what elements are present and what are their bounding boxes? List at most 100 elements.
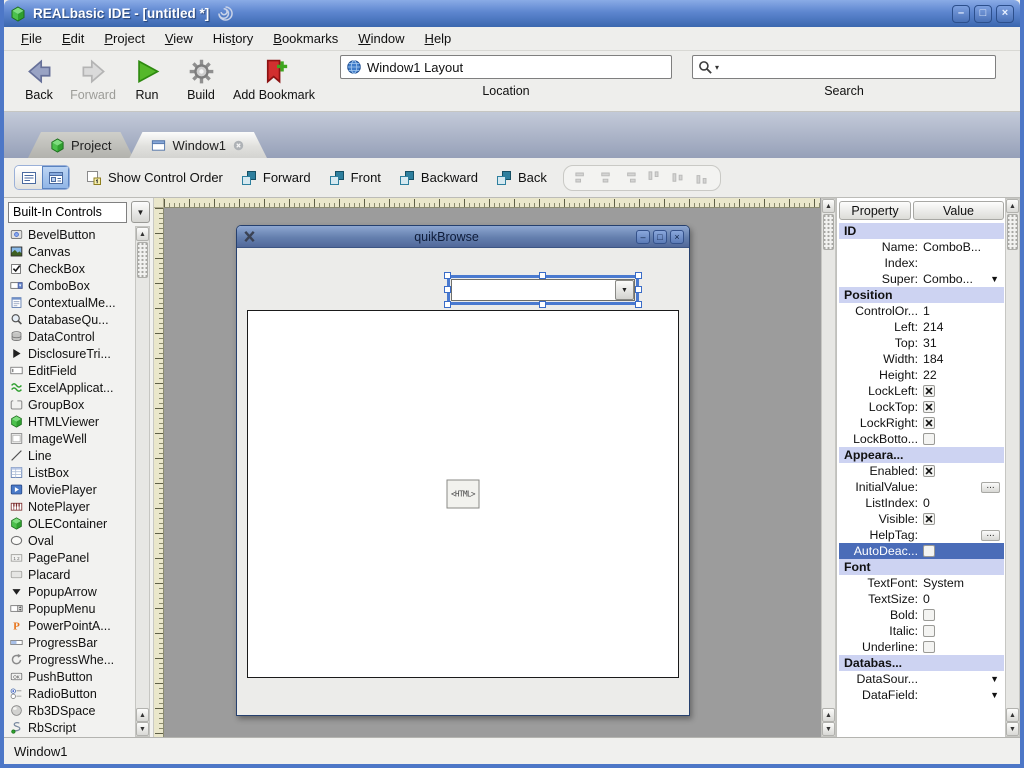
scroll-down-button[interactable]: ▼ <box>136 722 149 736</box>
add-bookmark-button[interactable]: Add Bookmark <box>228 55 320 102</box>
control-item-editfield[interactable]: EditField <box>8 362 132 379</box>
backward-button[interactable]: Backward <box>399 170 478 186</box>
control-item-powerpointa[interactable]: P PowerPointA... <box>8 617 132 634</box>
prop-row-locktop[interactable]: LockTop: <box>839 399 1004 415</box>
menu-history[interactable]: History <box>204 28 262 49</box>
prop-dropdown-arrow[interactable]: ▼ <box>990 274 999 284</box>
run-button[interactable]: Run <box>120 55 174 102</box>
prop-row-bold[interactable]: Bold: <box>839 607 1004 623</box>
selection-handle-br[interactable] <box>635 301 642 308</box>
selection-handle-bm[interactable] <box>539 301 546 308</box>
prop-row-width[interactable]: Width: 184 <box>839 351 1004 367</box>
control-item-line[interactable]: Line <box>8 447 132 464</box>
prop-row-textfont[interactable]: TextFont: System <box>839 575 1004 591</box>
prop-row-lockleft[interactable]: LockLeft: <box>839 383 1004 399</box>
search-scope-arrow-icon[interactable]: ▾ <box>715 63 719 72</box>
control-item-progressbar[interactable]: ProgressBar <box>8 634 132 651</box>
menu-project[interactable]: Project <box>95 28 153 49</box>
selection-handle-tl[interactable] <box>444 272 451 279</box>
menu-edit[interactable]: Edit <box>53 28 93 49</box>
prop-row-name[interactable]: Name: ComboB... <box>839 239 1004 255</box>
design-window[interactable]: quikBrowse – □ × ▼ <HTML> <box>236 225 690 716</box>
control-item-rbscript[interactable]: RbScript <box>8 719 132 736</box>
properties-scrollbar[interactable]: ▲ ▲ ▼ <box>1005 198 1020 737</box>
menu-file[interactable]: File <box>12 28 51 49</box>
menu-bookmarks[interactable]: Bookmarks <box>264 28 347 49</box>
control-item-popuparrow[interactable]: PopupArrow <box>8 583 132 600</box>
control-item-imagewell[interactable]: ImageWell <box>8 430 132 447</box>
prop-checkbox[interactable] <box>923 417 935 429</box>
prop-checkbox[interactable] <box>923 641 935 653</box>
prop-row-enabled[interactable]: Enabled: <box>839 463 1004 479</box>
control-item-oval[interactable]: Oval <box>8 532 132 549</box>
selection-handle-mr[interactable] <box>635 286 642 293</box>
design-minimize-button[interactable]: – <box>636 229 650 244</box>
controls-category-arrow[interactable]: ▼ <box>131 201 150 223</box>
scrollbar-track[interactable] <box>822 251 835 708</box>
prop-row-index[interactable]: Index: <box>839 255 1004 271</box>
show-control-order-button[interactable]: Show Control Order <box>86 170 223 186</box>
prop-checkbox[interactable] <box>923 433 935 445</box>
control-item-excelapplicat[interactable]: ExcelApplicat... <box>8 379 132 396</box>
prop-row-height[interactable]: Height: 22 <box>839 367 1004 383</box>
prop-row-super[interactable]: Super: Combo... ▼ <box>839 271 1004 287</box>
prop-checkbox[interactable] <box>923 609 935 621</box>
prop-checkbox[interactable] <box>923 545 935 557</box>
prop-row-helptag[interactable]: HelpTag:... <box>839 527 1004 543</box>
prop-checkbox[interactable] <box>923 401 935 413</box>
control-item-radiobutton[interactable]: RadioButton <box>8 685 132 702</box>
prop-dropdown-arrow[interactable]: ▼ <box>990 690 999 700</box>
scrollbar-track[interactable] <box>1006 251 1019 708</box>
prop-row-listindex[interactable]: ListIndex: 0 <box>839 495 1004 511</box>
control-item-databasequ[interactable]: DatabaseQu... <box>8 311 132 328</box>
prop-row-initialvalue[interactable]: InitialValue:... <box>839 479 1004 495</box>
control-item-progresswhe[interactable]: ProgressWhe... <box>8 651 132 668</box>
scroll-up-button-2[interactable]: ▲ <box>1006 708 1019 722</box>
control-item-checkbox[interactable]: CheckBox <box>8 260 132 277</box>
prop-row-visible[interactable]: Visible: <box>839 511 1004 527</box>
control-item-movieplayer[interactable]: MoviePlayer <box>8 481 132 498</box>
layout-view-toggle[interactable] <box>42 166 69 189</box>
control-item-popupmenu[interactable]: PopupMenu <box>8 600 132 617</box>
prop-row-textsize[interactable]: TextSize: 0 <box>839 591 1004 607</box>
prop-checkbox[interactable] <box>923 385 935 397</box>
control-item-combobox[interactable]: ComboBox <box>8 277 132 294</box>
scroll-up-button-2[interactable]: ▲ <box>136 708 149 722</box>
back-button[interactable]: Back <box>496 170 547 186</box>
prop-checkbox[interactable] <box>923 625 935 637</box>
control-item-listbox[interactable]: ListBox <box>8 464 132 481</box>
control-item-htmlviewer[interactable]: HTMLViewer <box>8 413 132 430</box>
control-item-contextualme[interactable]: ContextualMe... <box>8 294 132 311</box>
controls-category-select[interactable]: Built-In Controls <box>8 201 127 223</box>
prop-row-italic[interactable]: Italic: <box>839 623 1004 639</box>
controls-scrollbar[interactable]: ▲ ▲ ▼ <box>135 226 150 737</box>
scroll-up-button[interactable]: ▲ <box>1006 199 1019 213</box>
control-item-pagepanel[interactable]: 1 2 PagePanel <box>8 549 132 566</box>
list-view-toggle[interactable] <box>15 166 42 189</box>
tab-project[interactable]: Project <box>28 132 133 158</box>
design-window-titlebar[interactable]: quikBrowse – □ × <box>237 226 689 248</box>
back-button[interactable]: Back <box>12 55 66 102</box>
scrollbar-thumb[interactable] <box>1007 214 1018 250</box>
tab-window1[interactable]: Window1 <box>129 132 266 158</box>
value-column-header[interactable]: Value <box>913 201 1004 220</box>
combobox-selection-outline[interactable]: ▼ <box>444 272 642 308</box>
close-tab-icon[interactable] <box>232 139 245 152</box>
prop-dropdown-arrow[interactable]: ▼ <box>990 674 999 684</box>
control-item-noteplayer[interactable]: NotePlayer <box>8 498 132 515</box>
combobox-dropdown-button[interactable]: ▼ <box>615 280 634 300</box>
prop-row-datasour[interactable]: DataSour... ▼ <box>839 671 1004 687</box>
close-button[interactable]: × <box>996 4 1014 23</box>
scrollbar-track[interactable] <box>136 279 149 708</box>
control-item-groupbox[interactable]: GroupBox <box>8 396 132 413</box>
build-button[interactable]: Build <box>174 55 228 102</box>
control-item-pushbutton[interactable]: OK PushButton <box>8 668 132 685</box>
control-item-placard[interactable]: Placard <box>8 566 132 583</box>
prop-row-lockbotto[interactable]: LockBotto... <box>839 431 1004 447</box>
selection-handle-tr[interactable] <box>635 272 642 279</box>
scrollbar-thumb[interactable] <box>137 242 148 278</box>
prop-row-datafield[interactable]: DataField: ▼ <box>839 687 1004 703</box>
prop-ellipsis-button[interactable]: ... <box>981 481 1000 493</box>
scroll-down-button[interactable]: ▼ <box>1006 722 1019 736</box>
titlebar[interactable]: REALbasic IDE - [untitled *] – □ × <box>4 0 1020 27</box>
